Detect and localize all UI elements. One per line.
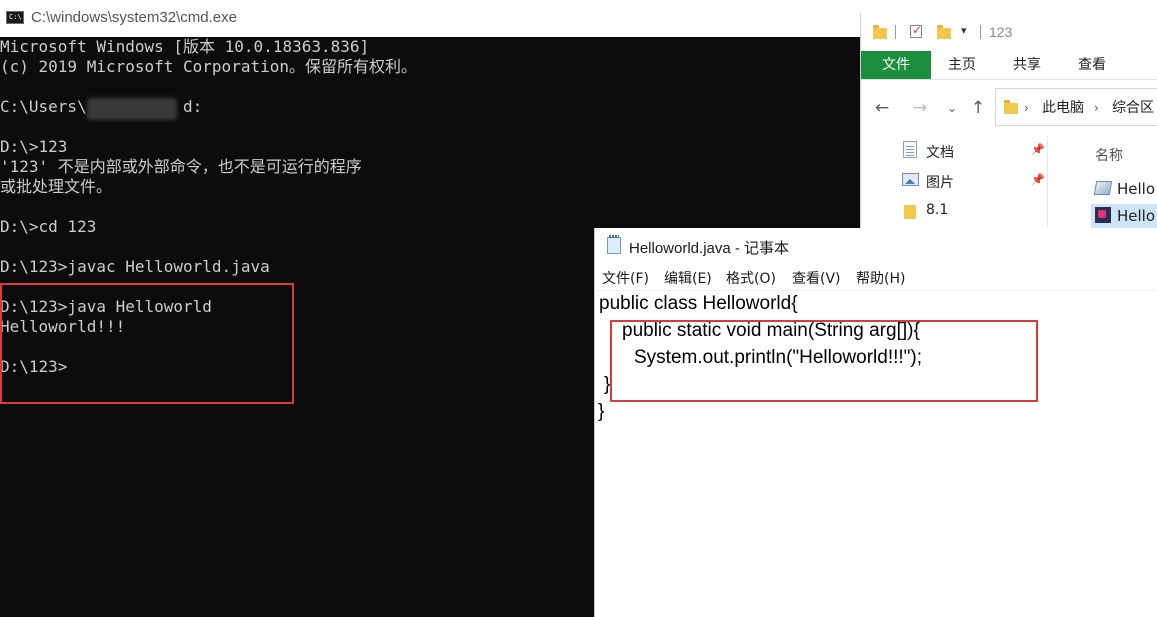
console-line: (c) 2019 Microsoft Corporation。保留所有权利。 — [0, 57, 417, 76]
recent-locations-chevron-icon[interactable]: ⌄ — [947, 98, 957, 118]
column-header-name[interactable]: 名称 — [1095, 145, 1123, 165]
console-line: '123' 不是内部或外部命令，也不是可运行的程序 — [0, 157, 362, 176]
file-name: Hello — [1117, 207, 1156, 225]
ribbon-tabs: 文件 主页 共享 查看 — [861, 51, 1157, 80]
code-line: public class Helloworld{ — [599, 293, 798, 314]
code-line: } — [598, 401, 605, 422]
red-annotation-box — [610, 320, 1038, 402]
toolbar-separator — [895, 25, 896, 39]
file-explorer-window: ✓ ▾ 123 文件 主页 共享 查看 ← → ⌄ ↑ › 此电脑 › 综合区 … — [860, 13, 1157, 228]
file-row[interactable]: Hello — [1091, 177, 1157, 201]
toolbar-separator — [980, 25, 981, 39]
pictures-icon — [902, 173, 919, 186]
notepad-titlebar[interactable]: Helloworld.java - 记事本 — [595, 228, 1157, 264]
document-icon — [903, 141, 917, 158]
ribbon-tab-file[interactable]: 文件 — [861, 51, 931, 79]
console-line: 或批处理文件。 — [0, 177, 113, 196]
nav-item-folder-8-1[interactable]: 8.1 — [901, 199, 1047, 223]
console-line: D:\>123 — [0, 137, 68, 156]
folder-icon — [873, 25, 887, 39]
chevron-right-icon[interactable]: › — [1094, 99, 1099, 117]
up-arrow-icon[interactable]: ↑ — [971, 98, 985, 118]
notepad-window: Helloworld.java - 记事本 文件(F) 编辑(E) 格式(O) … — [594, 228, 1157, 617]
address-bar[interactable]: › 此电脑 › 综合区 — [995, 88, 1157, 126]
notepad-window-title: Helloworld.java - 记事本 — [629, 240, 790, 257]
customize-toolbar-icon[interactable]: ▾ — [961, 24, 967, 37]
file-list: 名称 Hello Hello — [1049, 135, 1157, 228]
file-row[interactable]: Hello — [1091, 204, 1157, 228]
nav-item-label: 8.1 — [926, 202, 949, 218]
console-line: D:\>cd 123 — [0, 217, 97, 236]
ribbon-tab-view[interactable]: 查看 — [1078, 51, 1106, 79]
chevron-right-icon[interactable]: › — [1024, 99, 1029, 117]
explorer-window-title: 123 — [989, 24, 1013, 40]
breadcrumb-folder[interactable]: 综合区 — [1112, 99, 1154, 117]
nav-item-documents[interactable]: 文档 📌 — [901, 139, 1047, 163]
properties-icon[interactable]: ✓ — [910, 23, 922, 38]
breadcrumb-this-pc[interactable]: 此电脑 — [1042, 99, 1084, 117]
menu-help[interactable]: 帮助(H) — [856, 268, 905, 288]
nav-item-label: 文档 — [926, 145, 954, 161]
back-arrow-icon[interactable]: ← — [875, 98, 889, 118]
menu-view[interactable]: 查看(V) — [792, 268, 841, 288]
nav-item-label: 图片 — [926, 175, 954, 191]
quick-access-toolbar: ✓ ▾ 123 — [861, 13, 1157, 51]
pin-icon[interactable]: 📌 — [1031, 143, 1045, 156]
console-line: Microsoft Windows [版本 10.0.18363.836] — [0, 37, 370, 56]
file-name: Hello — [1117, 180, 1156, 198]
notepad-text-area[interactable]: public class Helloworld{ public static v… — [595, 290, 1157, 617]
redacted-username — [87, 98, 177, 120]
cmd-window-title: C:\windows\system32\cmd.exe — [31, 9, 237, 26]
folder-icon — [904, 205, 916, 219]
address-bar-row: ← → ⌄ ↑ › 此电脑 › 综合区 — [861, 88, 1157, 130]
menu-format[interactable]: 格式(O) — [726, 268, 776, 288]
ribbon-tab-home[interactable]: 主页 — [948, 51, 976, 79]
forward-arrow-icon[interactable]: → — [913, 98, 927, 118]
new-folder-icon[interactable] — [937, 25, 951, 39]
cmd-titlebar[interactable]: C:\ C:\windows\system32\cmd.exe — [0, 0, 860, 37]
notepad-icon — [607, 235, 621, 254]
cmd-icon: C:\ — [6, 11, 24, 24]
ribbon-tab-share[interactable]: 共享 — [1013, 51, 1041, 79]
menu-file[interactable]: 文件(F) — [602, 268, 649, 288]
console-line: D:\123>javac Helloworld.java — [0, 257, 270, 276]
java-file-icon — [1093, 181, 1113, 195]
notepad-menubar: 文件(F) 编辑(E) 格式(O) 查看(V) 帮助(H) — [595, 264, 1157, 291]
red-annotation-box — [0, 283, 294, 404]
navigation-pane: 文档 📌 图片 📌 8.1 — [861, 135, 1048, 228]
menu-edit[interactable]: 编辑(E) — [664, 268, 712, 288]
class-file-icon — [1095, 207, 1111, 223]
pin-icon[interactable]: 📌 — [1031, 173, 1045, 186]
nav-item-pictures[interactable]: 图片 📌 — [901, 169, 1047, 193]
folder-icon — [1004, 100, 1018, 114]
